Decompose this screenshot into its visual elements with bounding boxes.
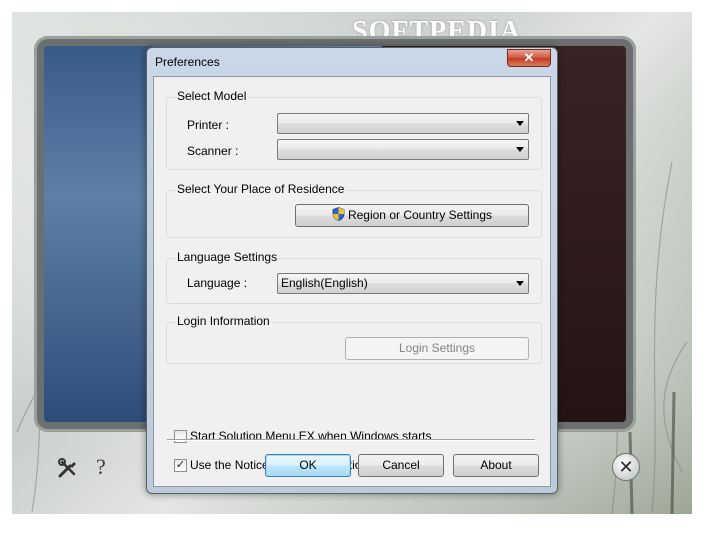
uac-shield-icon [332,207,345,221]
dialog-title: Preferences [155,55,220,69]
login-information-title: Login Information [175,314,272,328]
scanner-label: Scanner : [187,144,239,158]
scanner-select[interactable] [277,139,529,160]
ok-button[interactable]: OK [265,454,351,477]
cancel-button[interactable]: Cancel [358,454,444,477]
dialog-client-area: Select Model Printer : Scanner : Select … [153,76,551,487]
chevron-down-icon [516,121,524,126]
help-icon[interactable]: ? [96,454,106,480]
printer-select[interactable] [277,113,529,134]
printer-label: Printer : [187,118,230,132]
residence-title: Select Your Place of Residence [175,182,347,196]
login-settings-button[interactable]: Login Settings [345,337,529,360]
close-icon[interactable]: ✕ [612,453,640,481]
language-select-value: English(English) [281,276,368,290]
language-settings-title: Language Settings [175,250,280,264]
dialog-separator [167,439,535,441]
tools-icon-svg [58,458,76,478]
background-left-pane [44,46,152,422]
region-country-settings-label: Region or Country Settings [347,208,493,222]
chevron-down-icon [516,147,524,152]
start-with-windows-checkbox[interactable] [174,430,187,443]
select-model-title: Select Model [175,89,249,103]
about-button[interactable]: About [453,454,539,477]
check-icon: ✓ [175,459,186,471]
notices-updates-checkbox[interactable]: ✓ [174,459,187,472]
dialog-close-button[interactable]: ✕ [507,49,551,67]
select-model-group: Select Model Printer : Scanner : [166,89,542,170]
residence-group: Select Your Place of Residence Region or… [166,182,542,238]
login-group: Login Information Login Settings [166,314,542,364]
chevron-down-icon [516,281,524,286]
language-label: Language : [187,276,248,290]
language-group: Language Settings Language : English(Eng… [166,250,542,304]
tools-icon[interactable] [56,456,80,480]
preferences-dialog: Preferences ✕ Select Model Printer : Sca… [146,47,558,494]
language-select[interactable]: English(English) [277,273,529,294]
region-country-settings-button[interactable]: Region or Country Settings [295,204,529,227]
